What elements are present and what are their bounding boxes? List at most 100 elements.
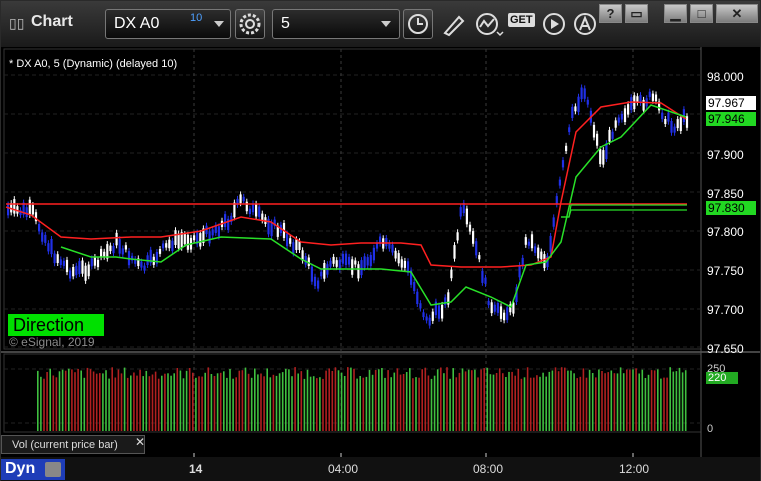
volume-bar bbox=[204, 372, 206, 431]
volume-bar bbox=[260, 373, 262, 431]
volume-bar bbox=[635, 368, 637, 431]
chart-header: * DX A0, 5 (Dynamic) (delayed 10) bbox=[9, 58, 178, 70]
volume-bar bbox=[188, 368, 191, 431]
volume-bar bbox=[46, 372, 48, 431]
volume-bar bbox=[133, 372, 135, 431]
price-tick: 97.800 bbox=[707, 225, 744, 239]
volume-bar bbox=[461, 368, 464, 431]
volume-bar bbox=[533, 377, 535, 431]
volume-bar bbox=[666, 377, 668, 431]
volume-bar bbox=[356, 378, 358, 431]
volume-bar bbox=[154, 371, 157, 431]
volume-bar bbox=[120, 373, 123, 431]
get-data-icon[interactable]: GET bbox=[508, 13, 535, 27]
volume-bar bbox=[616, 373, 619, 431]
volume-bar bbox=[263, 376, 265, 431]
volume-bar bbox=[579, 376, 582, 431]
volume-bar bbox=[300, 371, 303, 431]
volume-bar bbox=[365, 376, 368, 431]
symbol-selector[interactable]: DX A0 10 bbox=[105, 9, 231, 39]
volume-bar bbox=[306, 369, 309, 431]
volume-bar bbox=[551, 370, 554, 431]
close-icon[interactable]: ✕ bbox=[135, 435, 145, 449]
minimize-button[interactable]: ▁ bbox=[664, 4, 687, 23]
volume-bar bbox=[309, 376, 312, 431]
symbol-value: DX A0 bbox=[114, 15, 160, 32]
volume-study-tab[interactable]: Vol (current price bar) ✕ bbox=[1, 435, 145, 454]
volume-bar bbox=[210, 374, 213, 431]
drag-grip-icon[interactable]: ▯▯ bbox=[9, 15, 24, 32]
volume-bar bbox=[99, 373, 101, 431]
copyright-text: © eSignal, 2019 bbox=[9, 335, 95, 349]
volume-bar bbox=[576, 378, 578, 431]
help-button[interactable]: ? bbox=[599, 4, 622, 23]
volume-bar bbox=[182, 378, 185, 431]
volume-bar bbox=[151, 374, 154, 431]
volume-bar bbox=[40, 376, 42, 431]
volume-bar bbox=[492, 374, 495, 431]
volume-bar bbox=[291, 376, 293, 431]
volume-bar bbox=[219, 372, 222, 431]
volume-bar bbox=[114, 377, 117, 431]
volume-bar bbox=[495, 373, 498, 431]
symbol-superscript: 10 bbox=[190, 12, 203, 24]
dynamic-mode-button[interactable]: Dyn bbox=[1, 459, 65, 480]
alert-icon[interactable] bbox=[573, 12, 597, 41]
volume-bar bbox=[37, 370, 39, 431]
volume-bar bbox=[235, 377, 237, 431]
volume-bar bbox=[542, 372, 544, 431]
price-tick: 97.700 bbox=[707, 303, 744, 317]
price-tick: 97.900 bbox=[707, 148, 744, 162]
volume-bar bbox=[83, 377, 86, 431]
volume-bar bbox=[440, 367, 442, 431]
volume-bar bbox=[405, 372, 408, 431]
volume-bar bbox=[86, 367, 89, 431]
red-average-line bbox=[5, 101, 687, 268]
volume-bar bbox=[297, 373, 299, 431]
settings-gear-icon[interactable] bbox=[235, 9, 265, 39]
study-line-icon[interactable] bbox=[475, 12, 505, 43]
link-button[interactable]: ▭ bbox=[625, 4, 648, 23]
volume-bar bbox=[526, 367, 529, 431]
play-icon[interactable] bbox=[542, 12, 566, 41]
volume-bar bbox=[43, 378, 45, 431]
pencil-draw-icon[interactable] bbox=[441, 13, 467, 42]
volume-bar bbox=[471, 370, 473, 431]
green-average-line bbox=[60, 104, 687, 309]
lock-icon[interactable] bbox=[45, 462, 61, 477]
volume-bar bbox=[604, 373, 606, 431]
volume-bar bbox=[58, 371, 61, 431]
volume-bar bbox=[368, 369, 371, 431]
volume-bar bbox=[638, 373, 640, 431]
volume-bar bbox=[545, 376, 547, 431]
maximize-button[interactable]: □ bbox=[690, 4, 713, 23]
volume-bar bbox=[443, 373, 445, 431]
close-button[interactable]: ✕ bbox=[716, 4, 758, 23]
volume-bar bbox=[681, 372, 684, 431]
volume-bar bbox=[192, 372, 194, 431]
price-chart[interactable] bbox=[1, 47, 760, 457]
volume-bar bbox=[557, 371, 560, 431]
last-price-label: 97.967 bbox=[706, 96, 756, 110]
volume-bar bbox=[381, 368, 383, 431]
price-tick: 98.000 bbox=[707, 70, 744, 84]
volume-bar bbox=[334, 367, 337, 431]
interval-selector[interactable]: 5 bbox=[272, 9, 400, 39]
volume-bar bbox=[111, 367, 113, 431]
volume-bar bbox=[483, 368, 485, 431]
volume-bar bbox=[424, 367, 427, 431]
volume-bar bbox=[226, 377, 228, 431]
volume-bar bbox=[433, 375, 436, 431]
window-title: Chart bbox=[31, 13, 73, 30]
volume-bar bbox=[374, 370, 377, 431]
volume-bar bbox=[663, 377, 665, 431]
clock-icon[interactable] bbox=[403, 9, 433, 39]
volume-bar bbox=[285, 368, 287, 431]
volume-bar bbox=[607, 372, 609, 431]
volume-bar bbox=[232, 378, 234, 431]
volume-bar bbox=[353, 368, 355, 431]
price-tick: 97.750 bbox=[707, 264, 744, 278]
volume-bar bbox=[675, 371, 678, 431]
volume-bar bbox=[108, 378, 110, 431]
volume-bar bbox=[288, 369, 290, 431]
